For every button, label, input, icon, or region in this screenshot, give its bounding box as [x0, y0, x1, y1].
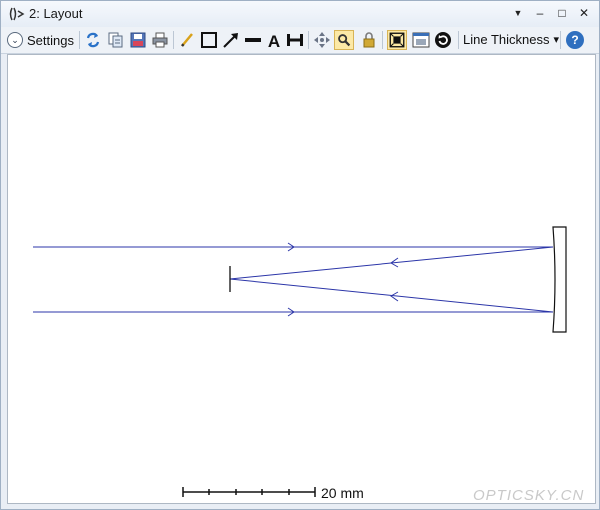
- fit-icon[interactable]: [387, 30, 407, 50]
- text-icon[interactable]: A: [264, 30, 284, 50]
- window-controls: ▼ – □ ✕: [509, 4, 593, 22]
- layout-window: 2: Layout ▼ – □ ✕ ⌄ Settings A Line Thic…: [0, 0, 600, 510]
- dropdown-button[interactable]: ▼: [509, 4, 527, 22]
- settings-button[interactable]: ⌄ Settings: [7, 30, 74, 50]
- arrow-icon[interactable]: [221, 30, 241, 50]
- line-thickness-label: Line Thickness: [463, 32, 550, 47]
- save-icon[interactable]: [128, 30, 148, 50]
- pan-icon[interactable]: [312, 30, 332, 50]
- window-title: 2: Layout: [29, 6, 83, 21]
- pencil-icon[interactable]: [177, 30, 197, 50]
- settings-label: Settings: [27, 32, 74, 48]
- refresh-icon[interactable]: [83, 30, 103, 50]
- title-bar[interactable]: 2: Layout ▼ – □ ✕: [1, 1, 599, 27]
- zoom-icon[interactable]: [334, 30, 354, 50]
- toolbar-separator: [79, 31, 80, 49]
- close-button[interactable]: ✕: [575, 4, 593, 22]
- scale-bar-label: 20 mm: [321, 485, 364, 501]
- window-icon[interactable]: [411, 30, 431, 50]
- layout-canvas[interactable]: [7, 54, 596, 504]
- dimension-icon[interactable]: [285, 30, 305, 50]
- toolbar: ⌄ Settings A Line Thickness ▾ ?: [1, 27, 599, 54]
- mirror: [552, 226, 567, 333]
- svg-text:A: A: [268, 32, 280, 50]
- line-icon[interactable]: [243, 30, 263, 50]
- lens-icon: [9, 7, 25, 21]
- help-icon[interactable]: ?: [566, 31, 584, 49]
- toolbar-separator: [173, 31, 174, 49]
- rotate-icon[interactable]: [433, 30, 453, 50]
- print-icon[interactable]: [150, 30, 170, 50]
- line-thickness-dropdown[interactable]: Line Thickness ▾: [463, 32, 559, 47]
- toolbar-separator: [458, 31, 459, 49]
- toolbar-separator: [308, 31, 309, 49]
- minimize-button[interactable]: –: [531, 4, 549, 22]
- copy-icon[interactable]: [106, 30, 126, 50]
- lock-icon[interactable]: [359, 30, 379, 50]
- caret-down-icon: ▾: [553, 34, 560, 46]
- toolbar-separator: [382, 31, 383, 49]
- optical-layout-plot: [33, 226, 567, 497]
- watermark: OPTICSKY.CN: [473, 487, 585, 504]
- chevron-down-icon: ⌄: [7, 32, 23, 48]
- rectangle-icon[interactable]: [199, 30, 219, 50]
- toolbar-separator: [560, 31, 561, 49]
- scale-bar: [182, 487, 316, 497]
- maximize-button[interactable]: □: [553, 4, 571, 22]
